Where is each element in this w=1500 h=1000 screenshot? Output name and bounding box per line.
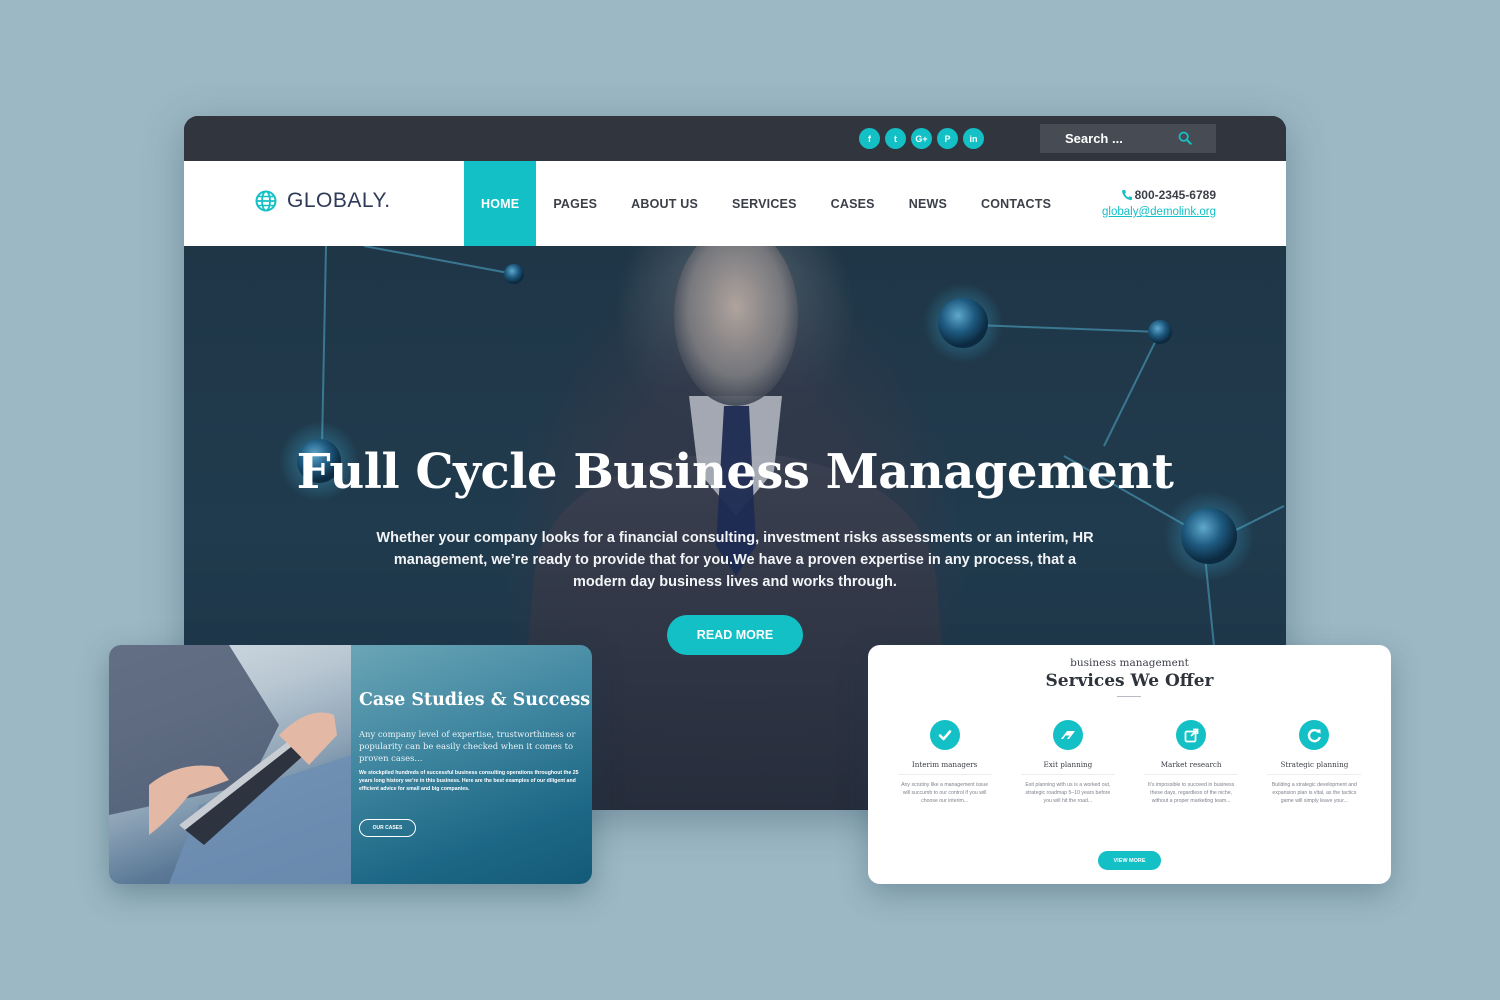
email-link[interactable]: globaly@demolink.org [1102, 206, 1216, 218]
logo[interactable]: GLOBALY. [255, 189, 391, 213]
twitter-icon[interactable]: t [885, 128, 906, 149]
facebook-icon[interactable]: f [859, 128, 880, 149]
eraser-icon [1052, 720, 1083, 750]
our-cases-button[interactable]: OUR CASES [359, 819, 416, 837]
service-label: Exit planning [1043, 760, 1093, 769]
main-navbar: GLOBALY. HOME PAGES ABOUT US SERVICES CA… [184, 161, 1286, 246]
case-studies-card: Case Studies & Success Any company level… [109, 645, 592, 884]
nav-contacts[interactable]: CONTACTS [964, 161, 1068, 246]
service-item[interactable]: Strategic planning Building a strategic … [1253, 720, 1376, 805]
nav-pages[interactable]: PAGES [536, 161, 614, 246]
pinterest-icon[interactable]: P [937, 128, 958, 149]
services-title: Services We Offer [1045, 671, 1214, 691]
service-description: It’s impossible to succeed in business t… [1147, 782, 1235, 804]
service-divider [1020, 774, 1115, 775]
nav-about-us[interactable]: ABOUT US [614, 161, 715, 246]
logo-text: GLOBALY. [287, 189, 391, 212]
view-more-button[interactable]: VIEW MORE [1098, 851, 1161, 870]
nav-news[interactable]: NEWS [892, 161, 964, 246]
services-subtitle: business management [1070, 657, 1189, 669]
search-icon[interactable] [1178, 131, 1192, 145]
read-more-button[interactable]: READ MORE [667, 615, 803, 655]
service-description: Building a strategic development and exp… [1271, 782, 1357, 804]
case-studies-lead: Any company level of expertise, trustwor… [359, 729, 576, 763]
service-label: Strategic planning [1280, 760, 1349, 769]
services-card: business management Services We Offer In… [868, 645, 1391, 884]
case-studies-body: We stockpiled hundreds of successful bus… [359, 770, 579, 792]
title-divider [1117, 696, 1141, 697]
nav-cases[interactable]: CASES [814, 161, 892, 246]
google-plus-icon[interactable]: G+ [911, 128, 932, 149]
search-box [1040, 124, 1216, 153]
service-divider [1144, 774, 1239, 775]
nav-home[interactable]: HOME [464, 161, 537, 246]
service-label: Market research [1160, 760, 1222, 769]
service-label: Interim managers [911, 760, 978, 769]
main-nav: HOME PAGES ABOUT US SERVICES CASES NEWS … [464, 161, 1068, 246]
search-input[interactable] [1065, 131, 1185, 146]
checkmark-icon [929, 720, 960, 750]
service-divider [897, 774, 992, 775]
phone-text: 800-2345-6789 [1134, 188, 1216, 202]
tablet-illustration [109, 645, 351, 884]
service-description: Any scrutiny like a management issue wil… [901, 782, 989, 804]
service-item[interactable]: Interim managers Any scrutiny like a man… [883, 720, 1006, 805]
globe-icon [255, 190, 277, 212]
hero-title: Full Cycle Business Management [296, 444, 1174, 500]
services-list: Interim managers Any scrutiny like a man… [868, 720, 1391, 805]
top-bar: f t G+ P in [184, 116, 1286, 161]
linkedin-icon[interactable]: in [963, 128, 984, 149]
hero-description: Whether your company looks for a financi… [376, 530, 1094, 590]
refresh-icon [1299, 720, 1330, 750]
phone-number: 800-2345-6789 [1102, 188, 1216, 202]
case-studies-title: Case Studies & Success [359, 690, 591, 710]
phone-icon [1121, 190, 1132, 200]
nav-services[interactable]: SERVICES [715, 161, 814, 246]
service-divider [1267, 774, 1362, 775]
service-description: Exit planning with us is a worked out, s… [1025, 782, 1111, 804]
external-link-icon [1176, 720, 1207, 750]
service-item[interactable]: Exit planning Exit planning with us is a… [1006, 720, 1129, 805]
social-links: f t G+ P in [859, 128, 984, 149]
tablet-photo [109, 645, 351, 884]
contact-info: 800-2345-6789 globaly@demolink.org [1102, 188, 1216, 218]
case-studies-content: Case Studies & Success Any company level… [351, 645, 592, 884]
service-item[interactable]: Market research It’s impossible to succe… [1130, 720, 1253, 805]
